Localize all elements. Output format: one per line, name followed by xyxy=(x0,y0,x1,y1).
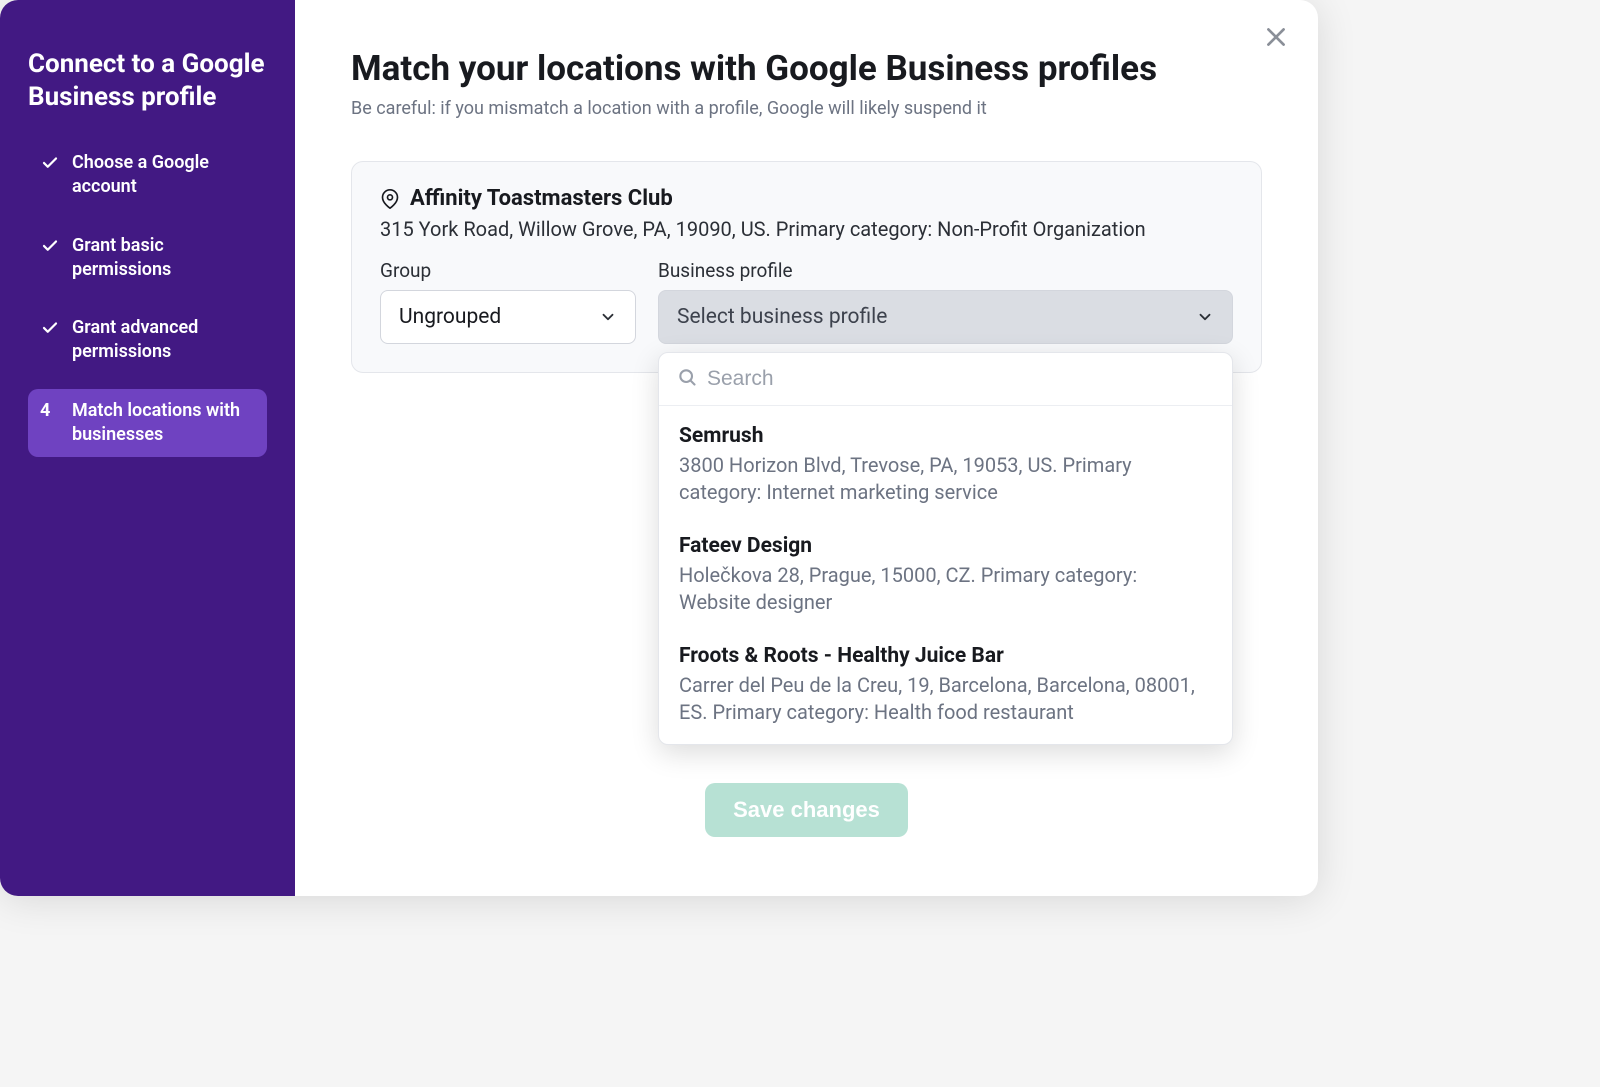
sidebar-step-label: Grant basic permissions xyxy=(72,234,255,283)
form-row: Group Ungrouped Business profile Select … xyxy=(380,259,1233,344)
check-icon xyxy=(40,151,60,175)
dropdown-item-desc: Holečkova 28, Prague, 15000, CZ. Primary… xyxy=(679,562,1212,616)
sidebar-step-advanced-permissions[interactable]: Grant advanced permissions xyxy=(28,306,267,375)
dropdown-item-name: Fateev Design xyxy=(679,534,1212,558)
sidebar-step-choose-account[interactable]: Choose a Google account xyxy=(28,141,267,210)
sidebar-step-label: Grant advanced permissions xyxy=(72,316,255,365)
business-profile-field: Business profile Select business profile xyxy=(658,259,1233,344)
page-subtitle: Be careful: if you mismatch a location w… xyxy=(351,98,1262,119)
group-select[interactable]: Ungrouped xyxy=(380,290,636,344)
close-button[interactable] xyxy=(1260,22,1292,54)
save-row: Save changes xyxy=(351,783,1262,837)
save-changes-button[interactable]: Save changes xyxy=(705,783,908,837)
check-icon xyxy=(40,316,60,340)
group-label: Group xyxy=(380,259,636,282)
dropdown-search xyxy=(659,353,1232,406)
search-icon xyxy=(677,367,697,391)
dropdown-item-name: Froots & Roots - Healthy Juice Bar xyxy=(679,644,1212,668)
business-profile-dropdown: Semrush 3800 Horizon Blvd, Trevose, PA, … xyxy=(658,352,1233,745)
sidebar-step-basic-permissions[interactable]: Grant basic permissions xyxy=(28,224,267,293)
chevron-down-icon xyxy=(599,308,617,326)
location-name: Affinity Toastmasters Club xyxy=(410,186,673,211)
dropdown-item-name: Semrush xyxy=(679,424,1212,448)
location-card: Affinity Toastmasters Club 315 York Road… xyxy=(351,161,1262,373)
sidebar-title: Connect to a Google Business profile xyxy=(28,48,267,113)
dropdown-item[interactable]: Semrush 3800 Horizon Blvd, Trevose, PA, … xyxy=(659,410,1232,520)
page-title: Match your locations with Google Busines… xyxy=(351,48,1262,90)
dropdown-item-desc: 3800 Horizon Blvd, Trevose, PA, 19053, U… xyxy=(679,452,1212,506)
sidebar-step-match-locations[interactable]: 4 Match locations with businesses xyxy=(28,389,267,458)
chevron-down-icon xyxy=(1196,308,1214,326)
sidebar-step-label: Choose a Google account xyxy=(72,151,255,200)
business-profile-placeholder: Select business profile xyxy=(677,305,887,329)
group-field: Group Ungrouped xyxy=(380,259,636,344)
dropdown-item-desc: Carrer del Peu de la Creu, 19, Barcelona… xyxy=(679,672,1212,726)
business-profile-select[interactable]: Select business profile xyxy=(658,290,1233,344)
location-address: 315 York Road, Willow Grove, PA, 19090, … xyxy=(380,217,1233,241)
dropdown-item[interactable]: Froots & Roots - Healthy Juice Bar Carre… xyxy=(659,630,1232,740)
business-profile-label: Business profile xyxy=(658,259,1233,282)
close-icon xyxy=(1263,24,1289,53)
step-number: 4 xyxy=(40,399,60,423)
location-header: Affinity Toastmasters Club xyxy=(380,186,1233,211)
dropdown-list: Semrush 3800 Horizon Blvd, Trevose, PA, … xyxy=(659,406,1232,744)
location-pin-icon xyxy=(380,189,400,209)
sidebar-steps: Choose a Google account Grant basic perm… xyxy=(28,141,267,457)
group-value: Ungrouped xyxy=(399,305,501,329)
search-input[interactable] xyxy=(707,367,1214,391)
main-content: Match your locations with Google Busines… xyxy=(295,0,1318,896)
modal: Connect to a Google Business profile Cho… xyxy=(0,0,1318,896)
dropdown-item[interactable]: Fateev Design Holečkova 28, Prague, 1500… xyxy=(659,520,1232,630)
sidebar: Connect to a Google Business profile Cho… xyxy=(0,0,295,896)
sidebar-step-label: Match locations with businesses xyxy=(72,399,255,448)
check-icon xyxy=(40,234,60,258)
